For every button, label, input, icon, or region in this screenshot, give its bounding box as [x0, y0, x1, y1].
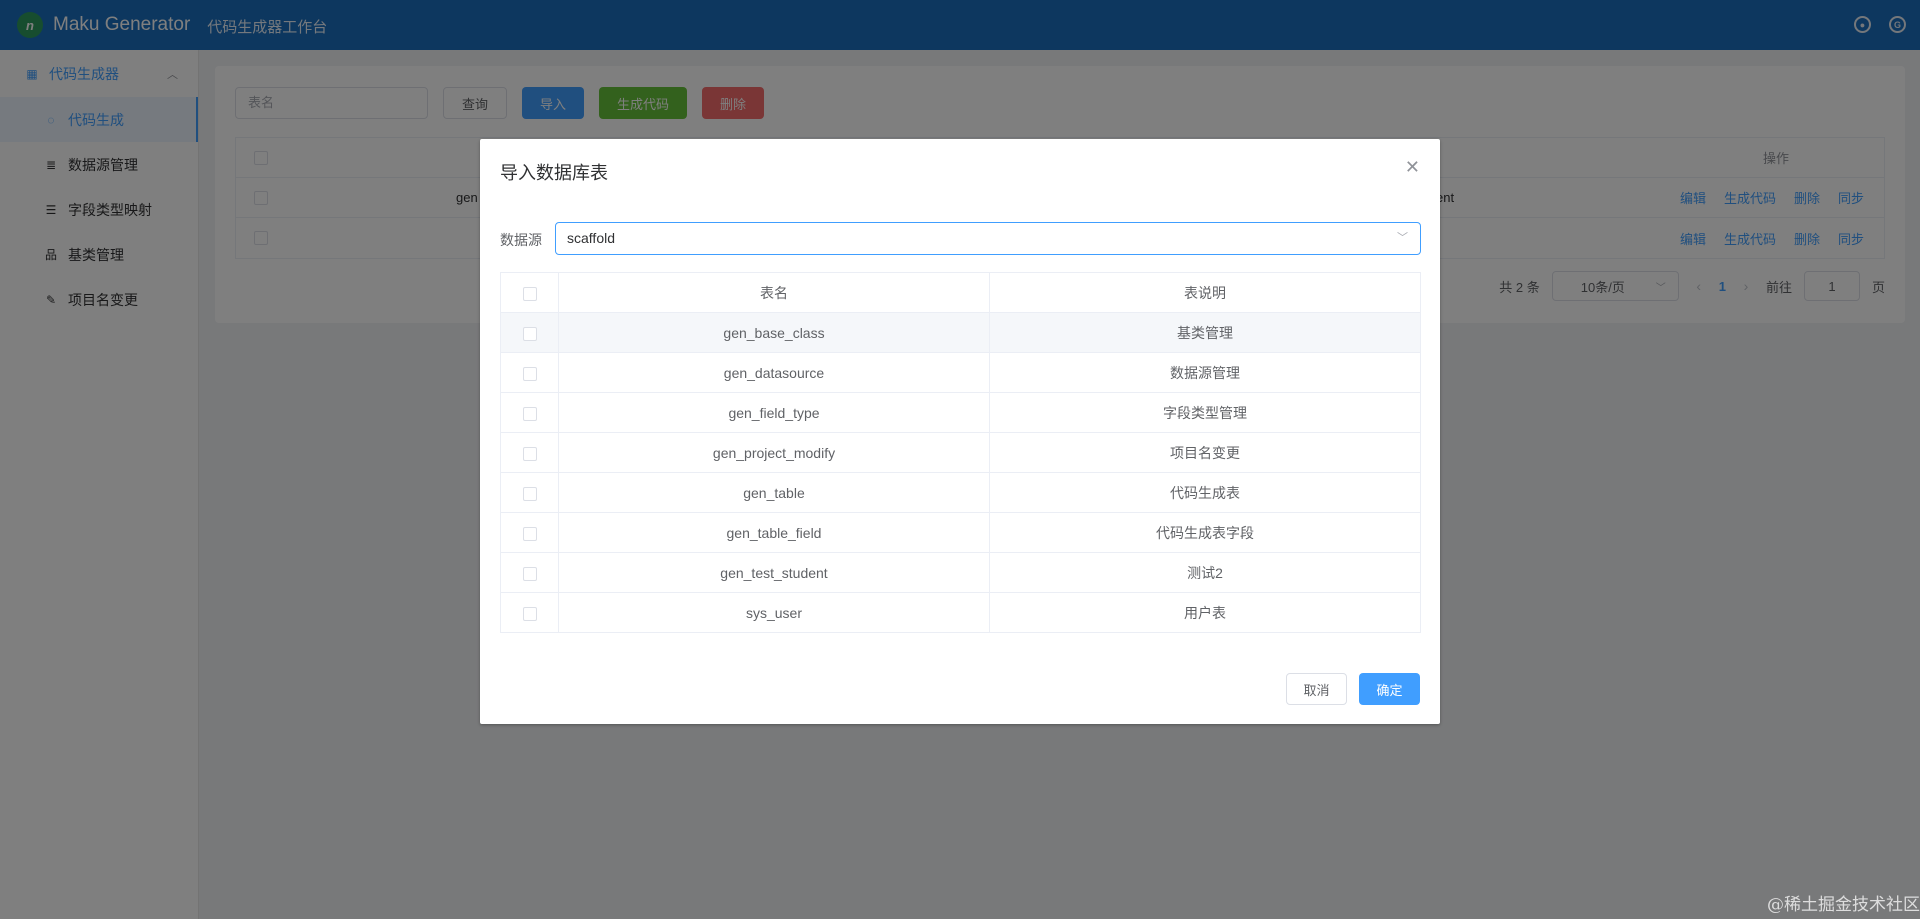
datasource-value: scaffold — [567, 230, 615, 246]
row-checkbox[interactable] — [522, 406, 537, 421]
chevron-down-icon: ﹀ — [1397, 232, 1408, 244]
checkbox-cell — [500, 472, 559, 513]
table-name-cell: gen_project_modify — [558, 432, 990, 473]
watermark: @稀土掘金技术社区 — [1767, 895, 1920, 915]
datasource-label: 数据源 — [500, 232, 542, 248]
datasource-select[interactable]: scaffold ﹀ — [555, 222, 1421, 255]
checkbox-cell — [500, 552, 559, 593]
table-row[interactable]: gen_project_modify 项目名变更 — [500, 432, 1421, 473]
select-all-cell — [500, 272, 559, 313]
confirm-button[interactable]: 确定 — [1359, 673, 1420, 705]
checkbox-cell — [500, 352, 559, 393]
row-checkbox[interactable] — [522, 326, 537, 341]
table-comment-cell: 数据源管理 — [989, 352, 1421, 393]
checkbox-cell — [500, 312, 559, 353]
row-checkbox[interactable] — [522, 606, 537, 621]
row-checkbox[interactable] — [522, 566, 537, 581]
import-table-dialog: 导入数据库表 ✕ 数据源 scaffold ﹀ 表名 表说明 gen_base_… — [480, 139, 1440, 724]
table-comment-cell: 项目名变更 — [989, 432, 1421, 473]
table-comment-cell: 基类管理 — [989, 312, 1421, 353]
dialog-title: 导入数据库表 — [500, 163, 608, 183]
cancel-button[interactable]: 取消 — [1286, 673, 1347, 705]
row-checkbox[interactable] — [522, 486, 537, 501]
import-table-list: 表名 表说明 gen_base_class 基类管理 gen_datasourc… — [500, 272, 1421, 633]
table-name-cell: gen_datasource — [558, 352, 990, 393]
table-name-cell: sys_user — [558, 592, 990, 633]
row-checkbox[interactable] — [522, 526, 537, 541]
table-name-cell: gen_table — [558, 472, 990, 513]
row-checkbox[interactable] — [522, 366, 537, 381]
close-icon[interactable]: ✕ — [1405, 157, 1420, 178]
col-header-name: 表名 — [558, 272, 990, 313]
checkbox-cell — [500, 432, 559, 473]
table-comment-cell: 测试2 — [989, 552, 1421, 593]
row-checkbox[interactable] — [522, 446, 537, 461]
table-name-cell: gen_base_class — [558, 312, 990, 353]
table-row[interactable]: gen_datasource 数据源管理 — [500, 352, 1421, 393]
table-name-cell: gen_field_type — [558, 392, 990, 433]
table-comment-cell: 代码生成表字段 — [989, 512, 1421, 553]
select-all-checkbox[interactable] — [522, 286, 537, 301]
table-row[interactable]: gen_test_student 测试2 — [500, 552, 1421, 593]
dialog-footer: 取消 确定 — [1286, 673, 1420, 705]
checkbox-cell — [500, 592, 559, 633]
table-row[interactable]: sys_user 用户表 — [500, 592, 1421, 633]
table-row[interactable]: gen_field_type 字段类型管理 — [500, 392, 1421, 433]
table-row[interactable]: gen_table_field 代码生成表字段 — [500, 512, 1421, 553]
table-comment-cell: 字段类型管理 — [989, 392, 1421, 433]
checkbox-cell — [500, 392, 559, 433]
table-comment-cell: 用户表 — [989, 592, 1421, 633]
col-header-comment: 表说明 — [989, 272, 1421, 313]
table-row[interactable]: gen_base_class 基类管理 — [500, 312, 1421, 353]
table-row[interactable]: gen_table 代码生成表 — [500, 472, 1421, 513]
table-name-cell: gen_table_field — [558, 512, 990, 553]
table-name-cell: gen_test_student — [558, 552, 990, 593]
table-header-row: 表名 表说明 — [500, 272, 1421, 313]
checkbox-cell — [500, 512, 559, 553]
table-comment-cell: 代码生成表 — [989, 472, 1421, 513]
